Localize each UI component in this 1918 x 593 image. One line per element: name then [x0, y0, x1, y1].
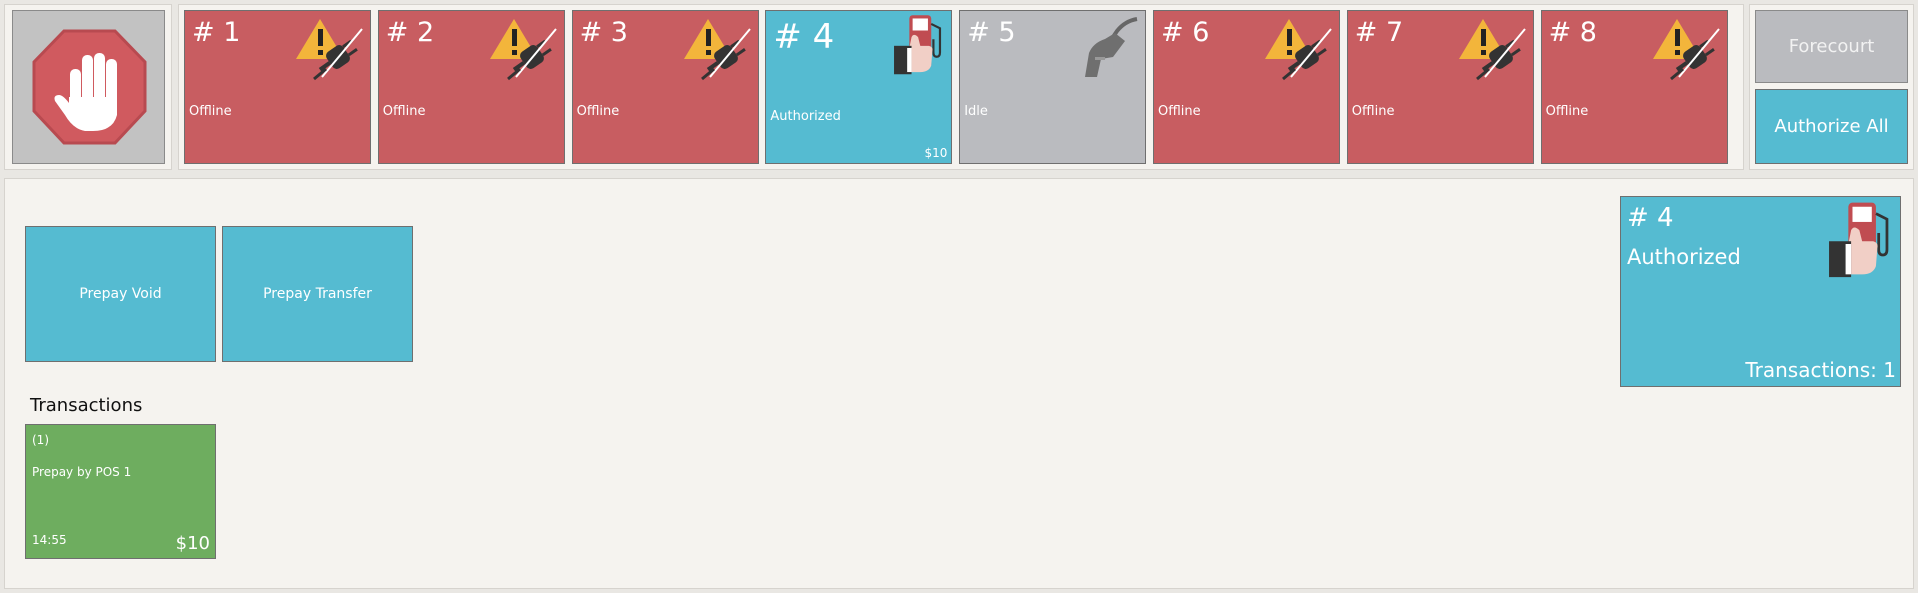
prepay-transfer-label: Prepay Transfer — [263, 286, 372, 302]
offline-warning-plug-icon — [292, 13, 368, 89]
authorize-all-button[interactable]: Authorize All — [1755, 89, 1908, 164]
emergency-stop-button[interactable] — [12, 10, 165, 164]
pump-number: # 2 — [385, 17, 435, 48]
pump-tile-8[interactable]: # 8 Offline — [1540, 10, 1728, 164]
pump-tile-4[interactable]: # 4 Authorized $10 — [765, 10, 953, 164]
pump-tile-6[interactable]: # 6 Offline — [1153, 10, 1340, 164]
pump-amount: $10 — [924, 146, 948, 160]
transaction-description: Prepay by POS 1 — [32, 465, 132, 479]
pump-tile-5[interactable]: # 5 Idle — [959, 10, 1147, 164]
pump-number: # 6 — [1161, 17, 1210, 48]
pump-number: # 5 — [967, 17, 1016, 48]
pump-number: # 1 — [192, 17, 241, 48]
pump-status: Offline — [189, 104, 232, 119]
offline-warning-plug-icon — [680, 13, 756, 89]
pump-number: # 8 — [1548, 17, 1597, 48]
fuel-pump-thumbs-up-icon — [885, 13, 949, 87]
pump-number: # 3 — [579, 17, 628, 48]
pump-tile-7[interactable]: # 7 Offline — [1346, 10, 1534, 164]
selected-pump-status: Authorized — [1627, 245, 1741, 269]
offline-warning-plug-icon — [1261, 13, 1337, 89]
pump-status: Idle — [964, 104, 988, 119]
offline-warning-plug-icon — [486, 13, 562, 89]
pump-status: Authorized — [770, 109, 841, 124]
selected-pump-card[interactable]: # 4 Authorized Transactions: 1 — [1620, 196, 1901, 387]
pump-status: Offline — [1158, 104, 1201, 119]
transaction-index: (1) — [32, 433, 49, 447]
fuel-pump-thumbs-up-icon — [1829, 202, 1889, 278]
prepay-transfer-button[interactable]: Prepay Transfer — [222, 226, 413, 362]
offline-warning-plug-icon — [1455, 13, 1531, 89]
pump-tile-1[interactable]: # 1 Offline — [184, 10, 371, 164]
stop-hand-icon — [32, 29, 147, 145]
forecourt-button-label: Forecourt — [1788, 36, 1875, 57]
selected-pump-transactions: Transactions: 1 — [1745, 358, 1896, 382]
selected-pump-number: # 4 — [1627, 203, 1674, 233]
pump-status: Offline — [1351, 104, 1395, 119]
pump-tile-3[interactable]: # 3 Offline — [571, 10, 759, 164]
pump-number: # 7 — [1354, 17, 1404, 48]
pump-status: Offline — [1545, 104, 1589, 119]
transaction-amount: $10 — [175, 533, 210, 554]
fuel-nozzle-icon — [1067, 13, 1143, 91]
offline-warning-plug-icon — [1649, 13, 1725, 89]
pump-tile-2[interactable]: # 2 Offline — [377, 10, 565, 164]
pump-number: # 4 — [773, 17, 835, 57]
pump-status: Offline — [576, 104, 620, 119]
prepay-void-button[interactable]: Prepay Void — [25, 226, 216, 362]
transaction-card[interactable]: (1) Prepay by POS 1 14:55 $10 — [25, 424, 216, 559]
authorize-all-button-label: Authorize All — [1774, 116, 1889, 137]
transaction-time: 14:55 — [32, 533, 67, 547]
prepay-void-label: Prepay Void — [79, 286, 162, 302]
pump-status: Offline — [382, 104, 426, 119]
forecourt-button[interactable]: Forecourt — [1755, 10, 1908, 83]
transactions-heading: Transactions — [30, 395, 143, 416]
